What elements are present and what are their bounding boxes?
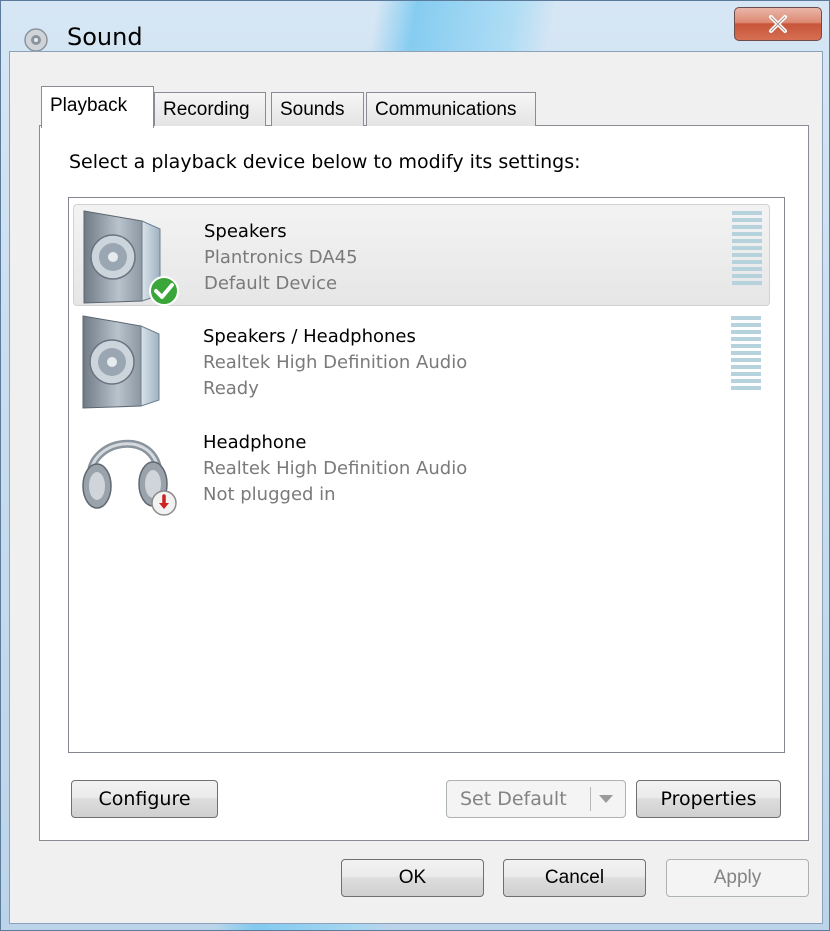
device-text: Headphone Realtek High Definition Audio … [203, 430, 467, 508]
window-title: Sound [67, 23, 143, 51]
device-item-speakers-headphones[interactable]: Speakers / Headphones Realtek High Defin… [73, 310, 770, 412]
tab-recording[interactable]: Recording [154, 92, 266, 126]
apply-button: Apply [666, 859, 809, 897]
device-driver: Realtek High Definition Audio [203, 458, 468, 479]
set-default-split-button: Set Default [446, 780, 626, 818]
device-status: Not plugged in [203, 484, 336, 505]
chevron-down-icon [599, 795, 613, 803]
red-down-arrow-icon [151, 490, 177, 516]
configure-button[interactable]: Configure [71, 780, 218, 818]
device-item-speakers[interactable]: Speakers Plantronics DA45 Default Device [73, 204, 770, 306]
device-status: Default Device [204, 273, 338, 294]
split-separator [590, 787, 591, 811]
volume-meter [731, 316, 761, 393]
close-button[interactable] [734, 7, 822, 41]
device-name: Headphone [203, 432, 307, 453]
playback-device-list[interactable]: Speakers Plantronics DA45 Default Device… [68, 197, 785, 753]
device-name: Speakers / Headphones [203, 326, 416, 347]
properties-button[interactable]: Properties [636, 780, 781, 818]
device-status: Ready [203, 378, 259, 399]
tab-sounds[interactable]: Sounds [271, 92, 364, 126]
device-text: Speakers / Headphones Realtek High Defin… [203, 324, 467, 402]
green-check-icon [149, 276, 179, 306]
tab-playback[interactable]: Playback [41, 86, 154, 128]
speaker-icon [82, 315, 160, 409]
sound-dialog-window: Sound Playback Recording Sounds Communic… [0, 0, 830, 931]
tab-communications[interactable]: Communications [366, 92, 536, 126]
set-default-label: Set Default [460, 788, 567, 810]
device-name: Speakers [204, 221, 287, 242]
device-driver: Plantronics DA45 [204, 247, 358, 268]
ok-button[interactable]: OK [341, 859, 484, 897]
volume-meter [732, 211, 762, 288]
close-icon [769, 15, 787, 33]
cancel-button[interactable]: Cancel [503, 859, 646, 897]
device-item-headphone[interactable]: Headphone Realtek High Definition Audio … [73, 416, 770, 518]
sound-app-icon [24, 28, 48, 52]
instructions-text: Select a playback device below to modify… [69, 151, 581, 173]
device-text: Speakers Plantronics DA45 Default Device [204, 219, 358, 297]
device-driver: Realtek High Definition Audio [203, 352, 468, 373]
